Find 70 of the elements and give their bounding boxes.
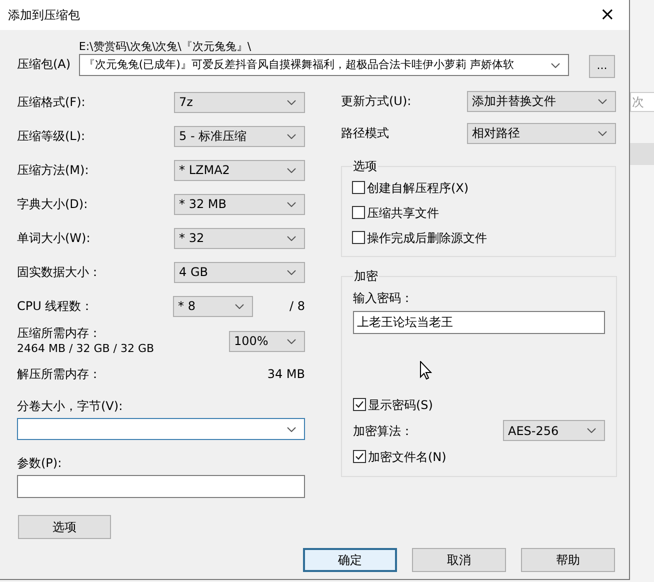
field-label: 压缩方法(M): xyxy=(17,162,89,179)
thread-max: / 8 xyxy=(290,298,305,315)
checkbox[interactable] xyxy=(353,398,366,411)
archive-name-dropdown[interactable]: 『次元兔兔(已成年)』可爱反差抖音风自摸裸舞福利，超极品合法卡哇伊小萝莉 声娇体软 xyxy=(78,54,570,76)
dialog-button[interactable]: 帮助 xyxy=(521,548,615,572)
dropdown[interactable]: * 8 xyxy=(173,296,253,316)
background-window-bar xyxy=(630,143,654,165)
memory-usage: 34 MB xyxy=(267,366,305,383)
group-title: 加密 xyxy=(353,268,379,285)
field-label: 参数(P): xyxy=(17,455,63,472)
browse-button[interactable]: ... xyxy=(589,55,615,78)
field-label: 更新方式(U): xyxy=(341,93,412,110)
chevron-down-icon xyxy=(287,426,296,432)
chevron-down-icon xyxy=(287,100,296,104)
field-label: 固实数据大小： xyxy=(17,264,101,281)
password-field[interactable]: 上老王论坛当老王 xyxy=(353,311,605,334)
chevron-down-icon xyxy=(287,168,296,172)
chevron-down-icon xyxy=(598,130,607,136)
chevron-down-icon xyxy=(287,270,296,274)
options-button[interactable]: 选项 xyxy=(18,515,111,539)
field-label: 压缩包(A) xyxy=(17,56,72,73)
field-label: 分卷大小，字节(V): xyxy=(17,398,124,415)
dropdown[interactable]: * 32 MB xyxy=(174,194,305,214)
chevron-down-icon xyxy=(287,338,296,344)
checkbox-label: 操作完成后删除源文件 xyxy=(367,230,487,246)
chevron-down-icon xyxy=(287,134,296,138)
dialog-button[interactable]: 确定 xyxy=(303,548,397,572)
checkbox-label: 加密文件名(N) xyxy=(368,448,446,466)
dropdown[interactable]: 4 GB xyxy=(174,262,305,282)
field-label: 单词大小(W): xyxy=(17,230,90,247)
mouse-cursor-icon xyxy=(420,361,432,380)
field-label: 压缩格式(F): xyxy=(17,94,86,111)
close-button[interactable]: × xyxy=(600,6,615,24)
background-window-field: 次 xyxy=(630,92,654,112)
field-label: 解压所需内存： xyxy=(17,366,101,383)
field-label: CPU 线程数： xyxy=(17,298,94,315)
dropdown[interactable]: 添加并替换文件 xyxy=(467,90,616,112)
checkbox-label: 压缩共享文件 xyxy=(367,204,439,222)
memory-usage: 2464 MB / 32 GB / 32 GB xyxy=(17,341,154,357)
checkbox-label: 创建自解压程序(X) xyxy=(367,180,469,196)
field-label: 压缩等级(L): xyxy=(17,128,86,145)
checkbox-label: 显示密码(S) xyxy=(368,396,433,414)
dropdown[interactable]: 相对路径 xyxy=(467,122,616,144)
checkbox[interactable] xyxy=(352,231,365,244)
dropdown[interactable]: AES-256 xyxy=(503,420,605,441)
archive-path: E:\赞赏码\次兔\次兔\『次元兔兔』\ xyxy=(78,40,252,54)
dropdown[interactable]: * LZMA2 xyxy=(174,160,305,180)
dialog-button[interactable]: 取消 xyxy=(412,548,506,572)
parameters-field[interactable] xyxy=(17,475,305,498)
checkbox[interactable] xyxy=(353,450,366,463)
group-title: 选项 xyxy=(352,158,378,175)
field-label: 字典大小(D): xyxy=(17,196,88,213)
chevron-down-icon xyxy=(598,98,607,104)
chevron-down-icon xyxy=(551,62,560,68)
dropdown[interactable]: * 32 xyxy=(174,228,305,248)
window-title: 添加到压缩包 xyxy=(8,7,80,24)
field-label: 压缩所需内存： xyxy=(17,325,102,341)
dropdown[interactable]: 100% xyxy=(229,330,305,352)
chevron-down-icon xyxy=(287,236,296,240)
checkbox[interactable] xyxy=(352,181,365,194)
dropdown[interactable]: 7z xyxy=(174,92,305,112)
field-label: 输入密码： xyxy=(353,290,414,307)
field-label: 路径模式 xyxy=(341,125,389,142)
dropdown[interactable]: 5 - 标准压缩 xyxy=(174,126,305,146)
chevron-down-icon xyxy=(287,202,296,206)
checkbox[interactable] xyxy=(352,206,365,219)
field-label: 加密算法： xyxy=(353,422,413,440)
volume-size-field[interactable] xyxy=(17,418,305,440)
chevron-down-icon xyxy=(587,428,596,433)
chevron-down-icon xyxy=(235,304,244,308)
